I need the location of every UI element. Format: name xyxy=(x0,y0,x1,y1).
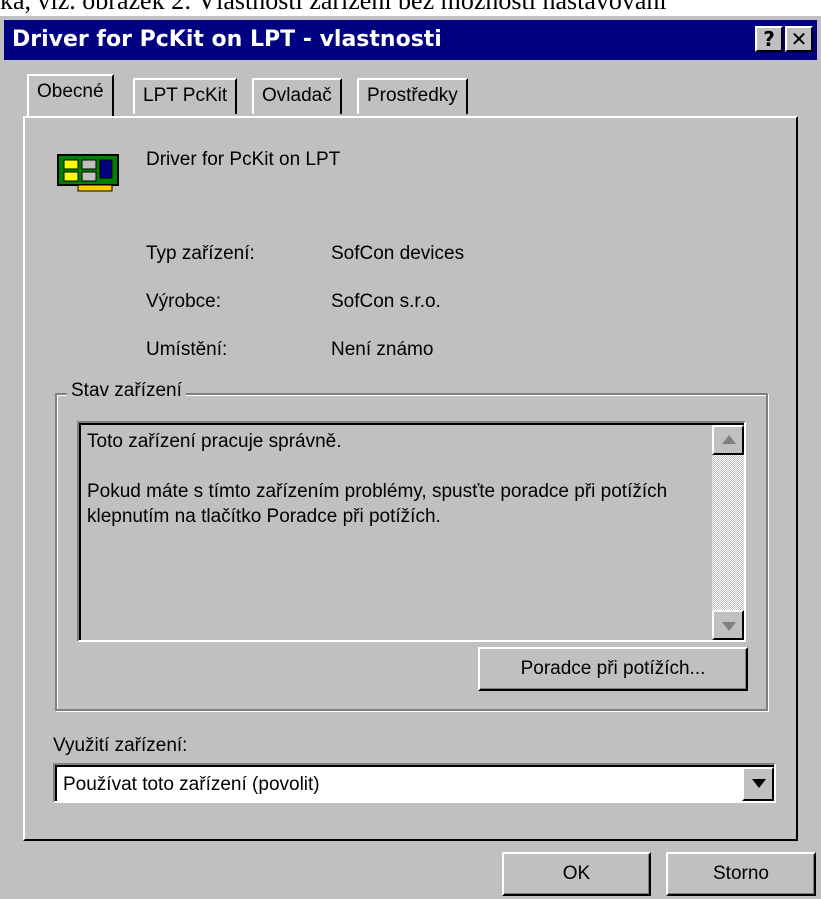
window-title: Driver for PcKit on LPT - vlastnosti xyxy=(12,27,442,52)
tab-general-label: Obecné xyxy=(37,81,104,102)
device-name: Driver for PcKit on LPT xyxy=(146,149,341,170)
properties-dialog: Driver for PcKit on LPT - vlastnosti ? ✕… xyxy=(0,16,821,899)
status-line-1: Toto zařízení pracuje správně. xyxy=(87,431,342,452)
location-value: Není známo xyxy=(331,339,434,360)
arrow-up-icon xyxy=(722,435,736,444)
document-caption: ka, viz. obrázek 2: Vlastnosti zařízení … xyxy=(0,0,667,15)
device-usage-select[interactable]: Používat toto zařízení (povolit) xyxy=(53,763,776,803)
ok-button[interactable]: OK xyxy=(502,852,651,896)
device-status-title: Stav zařízení xyxy=(67,378,186,404)
tab-driver-label: Ovladač xyxy=(262,85,332,106)
status-scrollbar[interactable] xyxy=(712,425,744,640)
device-type-label: Typ zařízení: xyxy=(146,243,255,264)
tab-lpt-pckit-label: LPT PcKit xyxy=(143,85,228,106)
tab-driver[interactable]: Ovladač xyxy=(252,78,342,114)
arrow-down-icon xyxy=(722,622,736,631)
device-type-value: SofCon devices xyxy=(331,243,465,264)
scroll-down-button[interactable] xyxy=(712,610,744,640)
scroll-up-button[interactable] xyxy=(712,425,744,455)
status-line-2: Pokud máte s tímto zařízením problémy, s… xyxy=(87,481,668,527)
location-label: Umístění: xyxy=(146,339,228,360)
tab-lpt-pckit[interactable]: LPT PcKit xyxy=(133,78,238,114)
manufacturer-label: Výrobce: xyxy=(146,291,221,312)
dropdown-button[interactable] xyxy=(742,767,774,801)
close-button[interactable]: ✕ xyxy=(785,26,813,52)
device-usage-value: Používat toto zařízení (povolit) xyxy=(63,774,320,795)
troubleshoot-button[interactable]: Poradce při potížích... xyxy=(478,647,748,691)
tab-resources-label: Prostředky xyxy=(367,85,458,106)
cancel-button[interactable]: Storno xyxy=(666,852,816,896)
title-bar: Driver for PcKit on LPT - vlastnosti ? ✕ xyxy=(4,20,817,60)
chevron-down-icon xyxy=(752,779,766,788)
device-status-text[interactable]: Toto zařízení pracuje správně. Pokud mát… xyxy=(77,421,746,642)
status-text-content: Toto zařízení pracuje správně. Pokud mát… xyxy=(87,429,707,529)
help-button[interactable]: ? xyxy=(755,26,783,52)
tab-resources[interactable]: Prostředky xyxy=(357,78,468,114)
pci-card-icon xyxy=(57,154,119,192)
device-usage-label: Využití zařízení: xyxy=(53,735,188,756)
manufacturer-value: SofCon s.r.o. xyxy=(331,291,441,312)
tab-general[interactable]: Obecné xyxy=(27,74,114,116)
